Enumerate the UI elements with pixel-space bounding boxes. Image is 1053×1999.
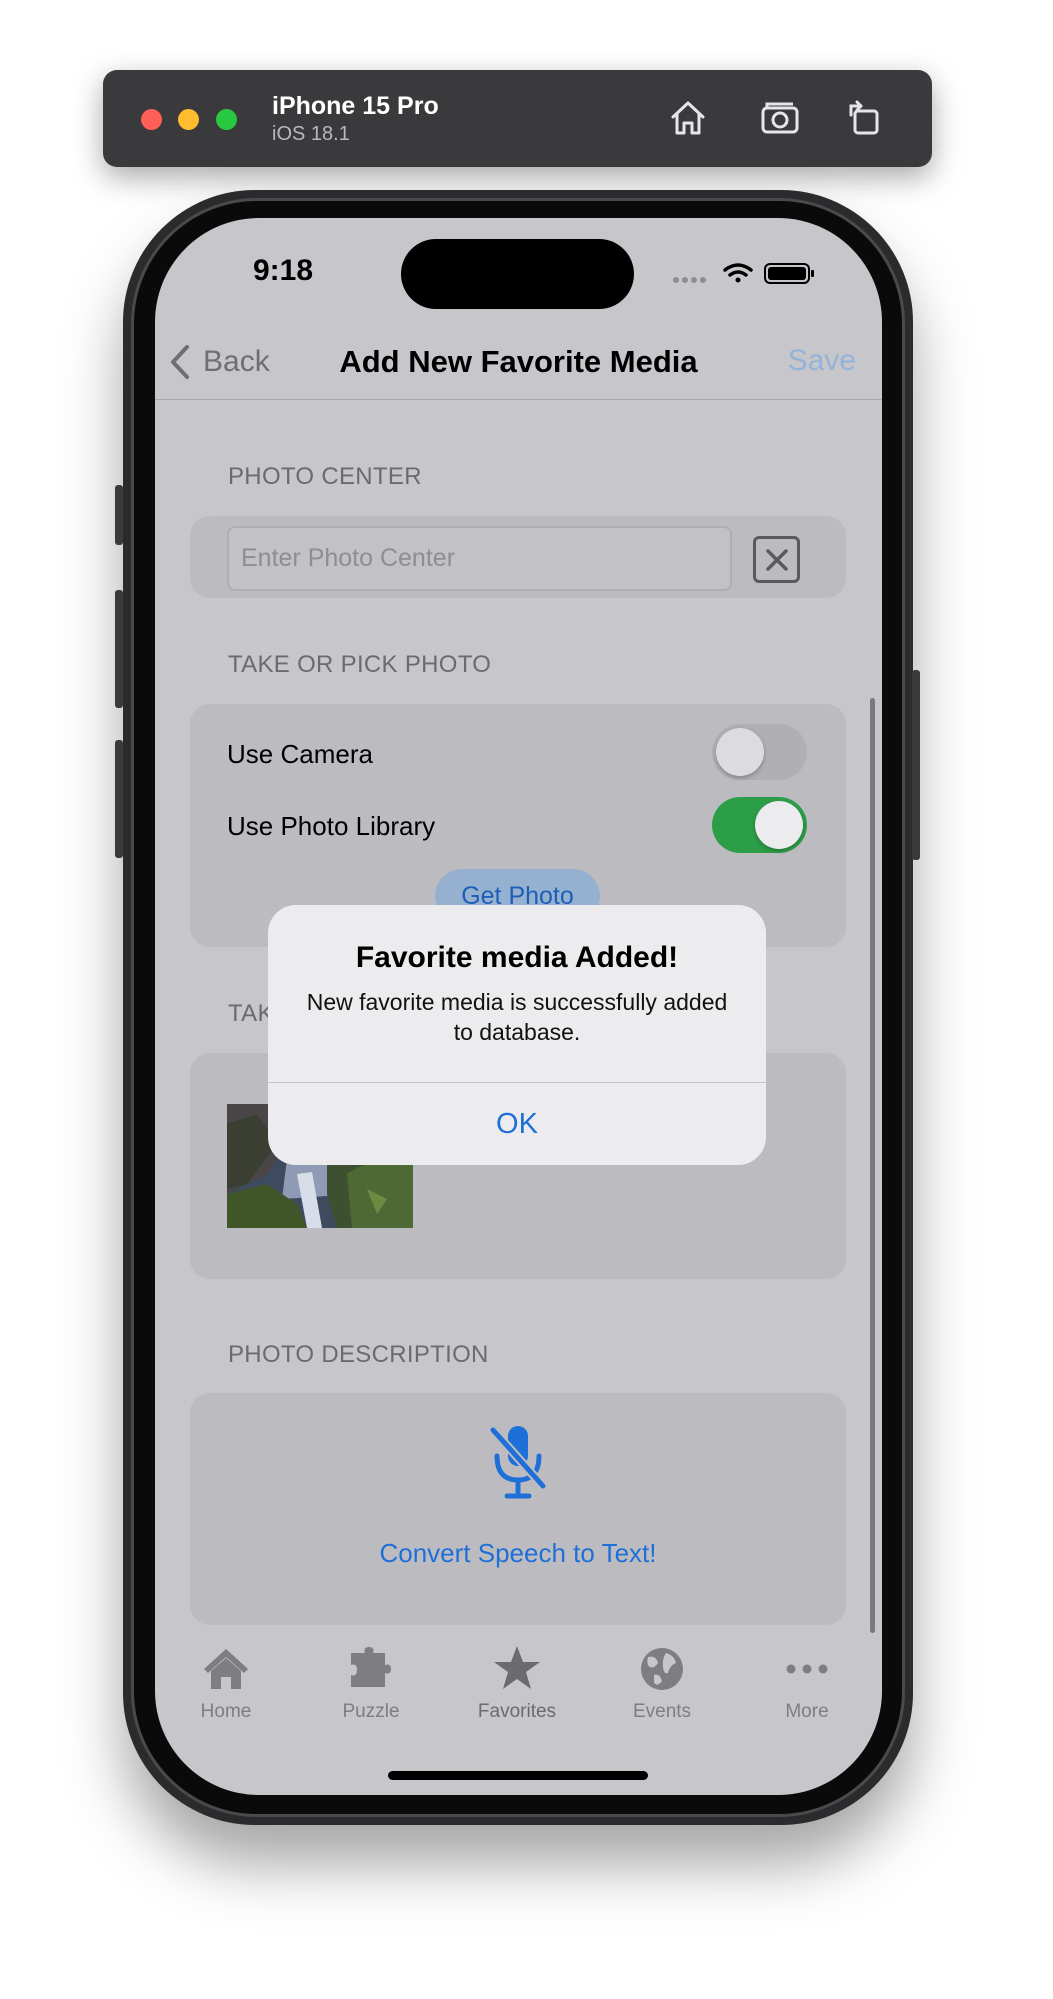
- more-icon: [781, 1643, 833, 1695]
- taken-photo-header: TAK: [228, 1000, 274, 1027]
- save-button[interactable]: Save: [788, 344, 856, 378]
- toggle-knob: [755, 801, 803, 849]
- take-pick-header: TAKE OR PICK PHOTO: [228, 651, 492, 678]
- battery-icon: [764, 263, 814, 284]
- alert-ok-button[interactable]: OK: [268, 1083, 766, 1165]
- use-library-label: Use Photo Library: [227, 811, 436, 841]
- photo-description-header: PHOTO DESCRIPTION: [228, 1341, 489, 1368]
- close-window-button[interactable]: [141, 109, 162, 130]
- alert-message: New favorite media is successfully added…: [306, 989, 728, 1045]
- photo-center-header: PHOTO CENTER: [228, 463, 422, 490]
- convert-speech-button[interactable]: Convert Speech to Text!: [190, 1538, 846, 1569]
- screenshot-icon[interactable]: [757, 95, 803, 141]
- scrollbar[interactable]: [870, 698, 875, 1633]
- page-title: Add New Favorite Media: [339, 344, 698, 379]
- home-indicator[interactable]: [388, 1771, 648, 1780]
- clear-icon[interactable]: [753, 536, 800, 583]
- volume-down-button: [115, 740, 123, 858]
- photo-center-input[interactable]: Enter Photo Center: [227, 526, 732, 591]
- tab-bar: Home Puzzle Favorites Events More: [155, 1643, 882, 1753]
- power-button: [912, 670, 920, 860]
- navigation-bar: Back Add New Favorite Media Save: [155, 326, 882, 400]
- tab-puzzle-label: Puzzle: [342, 1701, 400, 1722]
- tab-puzzle[interactable]: Puzzle: [316, 1643, 426, 1723]
- photo-center-card: Enter Photo Center: [190, 516, 846, 598]
- tab-favorites[interactable]: Favorites: [462, 1643, 572, 1723]
- status-icons: [672, 260, 822, 286]
- tab-events[interactable]: Events: [607, 1643, 717, 1723]
- tab-home[interactable]: Home: [171, 1643, 281, 1723]
- mic-slash-icon[interactable]: [483, 1420, 553, 1504]
- cellular-icon: [673, 277, 706, 283]
- simulator-os-version: iOS 18.1: [272, 123, 350, 145]
- simulator-title-bar: iPhone 15 Pro iOS 18.1: [103, 70, 932, 167]
- zoom-window-button[interactable]: [216, 109, 237, 130]
- globe-icon: [636, 1643, 688, 1695]
- house-icon: [200, 1643, 252, 1695]
- volume-up-button: [115, 590, 123, 708]
- tab-favorites-label: Favorites: [477, 1701, 557, 1722]
- photo-description-card: Convert Speech to Text!: [190, 1393, 846, 1625]
- minimize-window-button[interactable]: [178, 109, 199, 130]
- home-icon[interactable]: [665, 95, 711, 141]
- use-library-toggle[interactable]: [712, 797, 807, 853]
- dynamic-island: [401, 239, 634, 309]
- use-camera-label: Use Camera: [227, 739, 373, 769]
- toggle-knob: [716, 728, 764, 776]
- use-camera-toggle[interactable]: [712, 724, 807, 780]
- wifi-icon: [723, 263, 753, 283]
- star-icon: [491, 1643, 543, 1695]
- alert-title: Favorite media Added!: [355, 941, 679, 974]
- tab-more-label: More: [785, 1701, 829, 1722]
- phone-screen: 9:18 Back Add New Favorite Media Save PH…: [155, 218, 882, 1795]
- tab-home-label: Home: [200, 1701, 252, 1722]
- puzzle-icon: [345, 1643, 397, 1695]
- tab-more[interactable]: More: [752, 1643, 862, 1723]
- alert-dialog: Favorite media Added! New favorite media…: [268, 905, 766, 1165]
- simulator-device-name: iPhone 15 Pro: [272, 92, 439, 120]
- rotate-icon[interactable]: [841, 95, 887, 141]
- action-button: [115, 485, 123, 545]
- status-time: 9:18: [253, 254, 314, 287]
- tab-events-label: Events: [632, 1701, 692, 1722]
